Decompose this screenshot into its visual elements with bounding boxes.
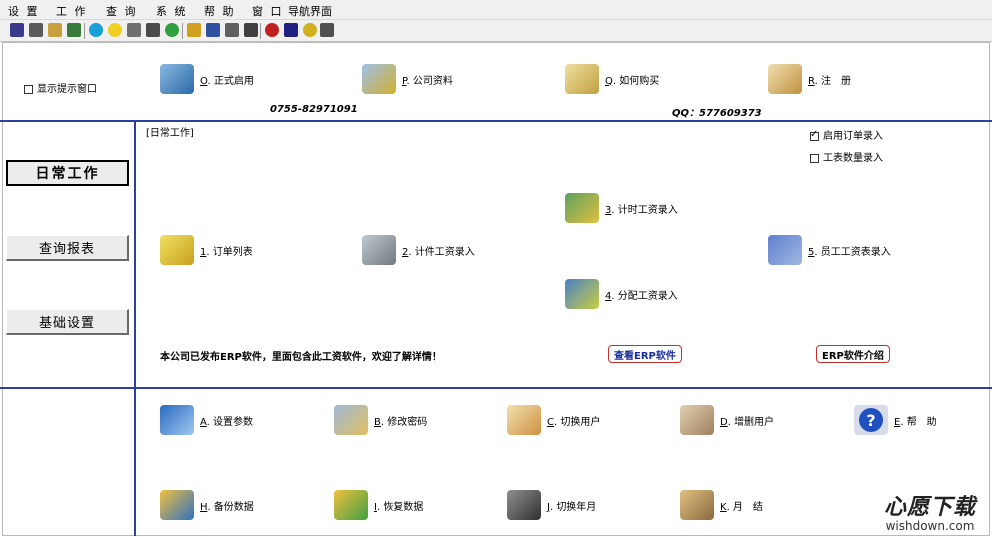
menu-help[interactable]: 帮 助 (204, 3, 236, 19)
item-switch-user[interactable]: C. 切换用户 (507, 405, 600, 435)
report-icon[interactable] (127, 23, 141, 37)
refresh-icon[interactable] (165, 23, 179, 37)
list-icon[interactable] (29, 23, 43, 37)
menu-settings[interactable]: 设 置 (8, 3, 40, 19)
register-icon (768, 64, 802, 94)
nav-daily-work[interactable]: 日常工作 (6, 160, 129, 186)
view-erp-button[interactable]: 查看ERP软件 (608, 345, 682, 363)
section-title: [日常工作] (146, 128, 194, 139)
menu-work[interactable]: 工 作 (56, 3, 88, 19)
toolbar-separator (260, 23, 261, 39)
mail-icon[interactable] (284, 23, 298, 37)
menu-system[interactable]: 系 统 (156, 3, 188, 19)
smiley-icon[interactable] (108, 23, 122, 37)
backup-icon (160, 490, 194, 520)
qq-number: QQ：577609373 (672, 108, 762, 119)
item-change-password[interactable]: B. 修改密码 (334, 405, 427, 435)
purchase-icon (565, 64, 599, 94)
option-quantity-entry[interactable]: 工表数量录入 (810, 149, 883, 164)
item-switch-period[interactable]: J. 切换年月 (507, 490, 596, 520)
item-order-list[interactable]: 1. 订单列表 (160, 235, 253, 265)
switch-user-icon (507, 405, 541, 435)
folder-icon[interactable] (48, 23, 62, 37)
menu-bar: 设 置 工 作 查 询 系 统 帮 助 窗 口 导航界面 (0, 0, 992, 20)
nav-query-reports[interactable]: 查询报表 (6, 235, 129, 261)
item-employee-wage[interactable]: 5. 员工工资表录入 (768, 235, 891, 265)
item-settings[interactable]: A. 设置参数 (160, 405, 253, 435)
users-icon[interactable] (187, 23, 201, 37)
chart-icon[interactable] (244, 23, 258, 37)
watermark: 心愿下载 wishdown.com (884, 489, 976, 533)
exit-icon[interactable] (320, 23, 334, 37)
item-time-wage[interactable]: 3. 计时工资录入 (565, 193, 678, 223)
item-help[interactable]: ? E. 帮 助 (854, 405, 937, 435)
item-month-end[interactable]: K. 月 结 (680, 490, 763, 520)
bug-icon[interactable] (265, 23, 279, 37)
phone-number: 0755-82971091 (270, 104, 358, 115)
piece-wage-icon (362, 235, 396, 265)
show-tip-checkbox[interactable] (24, 84, 33, 94)
grid-icon[interactable] (10, 23, 24, 37)
action-activate[interactable]: O. 正式启用 (160, 64, 254, 94)
item-backup[interactable]: H. 备份数据 (160, 490, 254, 520)
action-company-info[interactable]: P. 公司资料 (362, 64, 453, 94)
activate-icon (160, 64, 194, 94)
toolbar-separator (84, 23, 85, 39)
help-icon: ? (854, 405, 888, 435)
watermark-main: 心愿下载 (883, 495, 976, 520)
watermark-sub: wishdown.com (885, 519, 975, 533)
main-frame (2, 42, 990, 536)
action-purchase[interactable]: Q. 如何购买 (565, 64, 659, 94)
table-icon[interactable] (225, 23, 239, 37)
show-tip-option[interactable]: 显示提示窗口 (24, 80, 97, 95)
employee-wage-icon (768, 235, 802, 265)
password-icon (334, 405, 368, 435)
order-entry-checkbox[interactable] (810, 129, 819, 141)
action-register[interactable]: R. 注 册 (768, 64, 851, 94)
divider-left (134, 120, 136, 536)
show-tip-label: 显示提示窗口 (37, 84, 97, 95)
erp-notice: 本公司已发布ERP软件，里面包含此工资软件，欢迎了解详情！ (160, 352, 442, 363)
item-allocate-wage[interactable]: 4. 分配工资录入 (565, 279, 678, 309)
settings-icon (160, 405, 194, 435)
divider-bottom (0, 387, 992, 389)
switch-period-icon (507, 490, 541, 520)
toolbar-separator (182, 23, 183, 39)
item-restore[interactable]: I. 恢复数据 (334, 490, 423, 520)
globe-icon[interactable] (89, 23, 103, 37)
database-icon[interactable] (67, 23, 81, 37)
app-window: 设 置 工 作 查 询 系 统 帮 助 窗 口 导航界面 显示提示窗口 O. 正… (0, 0, 992, 537)
menu-window[interactable]: 窗 口 (252, 3, 284, 19)
company-info-icon (362, 64, 396, 94)
erp-intro-button[interactable]: ERP软件介绍 (816, 345, 890, 363)
item-piece-wage[interactable]: 2. 计件工资录入 (362, 235, 475, 265)
divider-top (0, 120, 992, 122)
allocate-wage-icon (565, 279, 599, 309)
quantity-entry-checkbox[interactable] (810, 153, 819, 163)
manage-users-icon (680, 405, 714, 435)
item-manage-users[interactable]: D. 增删用户 (680, 405, 774, 435)
nav-basic-settings[interactable]: 基础设置 (6, 309, 129, 335)
time-wage-icon (565, 193, 599, 223)
tiles-icon[interactable] (206, 23, 220, 37)
help-question-icon[interactable] (303, 23, 317, 37)
order-list-icon (160, 235, 194, 265)
month-end-icon (680, 490, 714, 520)
restore-icon (334, 490, 368, 520)
menu-navigation[interactable]: 导航界面 (288, 3, 332, 19)
menu-query[interactable]: 查 询 (106, 3, 138, 19)
toolbar (0, 20, 992, 42)
calculator-icon[interactable] (146, 23, 160, 37)
option-order-entry[interactable]: 启用订单录入 (810, 127, 883, 142)
